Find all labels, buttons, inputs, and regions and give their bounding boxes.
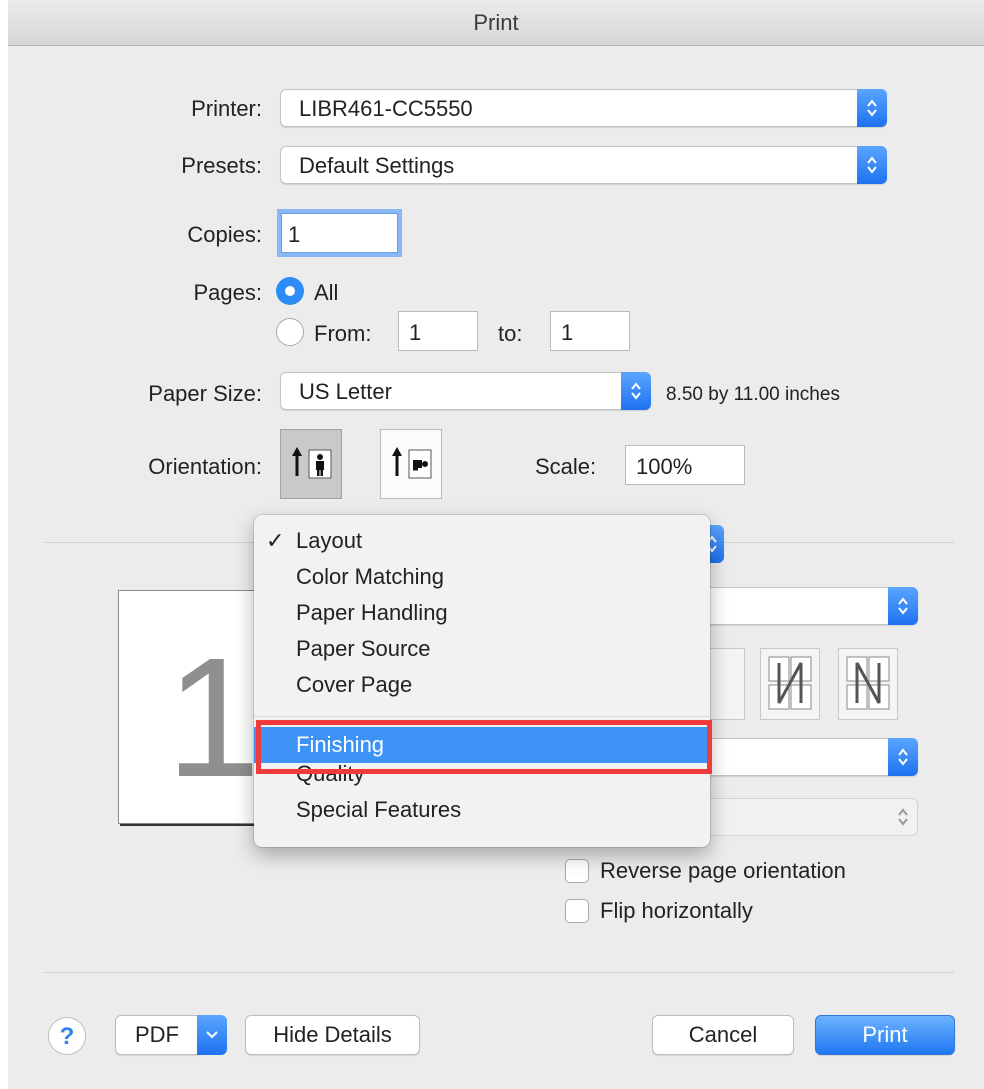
pages-per-sheet-select[interactable]: [690, 587, 918, 625]
pages-from-value: 1: [409, 320, 422, 345]
pages-to-field[interactable]: 1: [550, 311, 630, 351]
copies-field[interactable]: 1: [281, 213, 398, 253]
menu-item-cover-page[interactable]: Cover Page: [254, 667, 710, 703]
pages-from-label: From:: [314, 321, 372, 346]
hide-details-button[interactable]: Hide Details: [245, 1015, 420, 1055]
printer-value: LIBR461-CC5550: [299, 96, 473, 121]
pages-all-label: All: [314, 280, 339, 305]
chevron-down-icon: [206, 1031, 218, 1039]
title-bar: Print: [8, 0, 984, 46]
separator: [44, 542, 254, 543]
paper-size-dimensions: 8.50 by 11.00 inches: [666, 384, 840, 405]
chevron-updown-icon: [621, 372, 651, 410]
layout-direction-button[interactable]: [760, 648, 820, 720]
menu-item-color-matching[interactable]: Color Matching: [254, 559, 710, 595]
layout-n-icon: [846, 656, 890, 710]
pdf-button[interactable]: PDF: [115, 1015, 199, 1055]
menu-item-paper-source[interactable]: Paper Source: [254, 631, 710, 667]
menu-item-special-features[interactable]: Special Features: [254, 797, 710, 835]
portrait-orientation-button[interactable]: [280, 429, 342, 499]
pages-from-field[interactable]: 1: [398, 311, 478, 351]
chevron-updown-icon: [857, 146, 887, 184]
pages-to-label: to:: [498, 321, 523, 346]
window-edge: [0, 0, 8, 1089]
scale-field[interactable]: 100%: [625, 445, 745, 485]
reverse-orientation-label: Reverse page orientation: [600, 858, 846, 883]
landscape-orientation-button[interactable]: [380, 429, 442, 499]
layout-n-reverse-icon: [768, 656, 812, 710]
orientation-label: Orientation:: [148, 454, 262, 479]
border-select[interactable]: [690, 738, 918, 776]
layout-direction-button[interactable]: [838, 648, 898, 720]
menu-separator: [254, 716, 710, 717]
pages-to-value: 1: [561, 320, 574, 345]
chevron-updown-icon: [888, 798, 918, 836]
menu-item-paper-handling[interactable]: Paper Handling: [254, 595, 710, 631]
separator: [710, 542, 954, 543]
flip-horizontally-label: Flip horizontally: [600, 898, 753, 923]
window-title: Print: [473, 9, 519, 35]
printer-select[interactable]: LIBR461-CC5550: [280, 89, 887, 127]
preview-page-number: 1: [166, 623, 261, 813]
chevron-updown-icon: [857, 89, 887, 127]
print-button[interactable]: Print: [815, 1015, 955, 1055]
pages-label: Pages:: [193, 280, 263, 305]
pdf-menu-arrow[interactable]: [197, 1015, 227, 1055]
two-sided-select[interactable]: [690, 798, 918, 836]
presets-value: Default Settings: [299, 153, 455, 178]
flip-horizontally-checkbox[interactable]: [565, 899, 589, 923]
presets-label: Presets:: [181, 153, 262, 178]
finishing-highlight-annotation: [256, 720, 712, 774]
reverse-orientation-checkbox[interactable]: [565, 859, 589, 883]
section-menu: ✓ Layout Color Matching Paper Handling P…: [254, 515, 710, 847]
help-button[interactable]: ?: [48, 1017, 86, 1055]
paper-size-value: US Letter: [299, 379, 392, 404]
landscape-icon: [392, 447, 432, 479]
paper-size-select[interactable]: US Letter: [280, 372, 651, 410]
paper-size-label: Paper Size:: [148, 381, 262, 406]
pages-from-radio[interactable]: [276, 318, 304, 346]
scale-label: Scale:: [535, 454, 597, 479]
scale-value: 100%: [636, 454, 693, 479]
cancel-button[interactable]: Cancel: [652, 1015, 794, 1055]
pages-all-radio[interactable]: [276, 277, 304, 305]
chevron-updown-icon: [888, 738, 918, 776]
chevron-updown-icon: [888, 587, 918, 625]
printer-label: Printer:: [191, 96, 262, 121]
checkmark-icon: ✓: [266, 528, 285, 553]
portrait-icon: [292, 447, 332, 479]
copies-value: 1: [288, 222, 301, 247]
footer-separator: [44, 972, 954, 973]
copies-label: Copies:: [187, 222, 262, 247]
menu-item-layout[interactable]: ✓ Layout: [254, 523, 710, 559]
presets-select[interactable]: Default Settings: [280, 146, 887, 184]
